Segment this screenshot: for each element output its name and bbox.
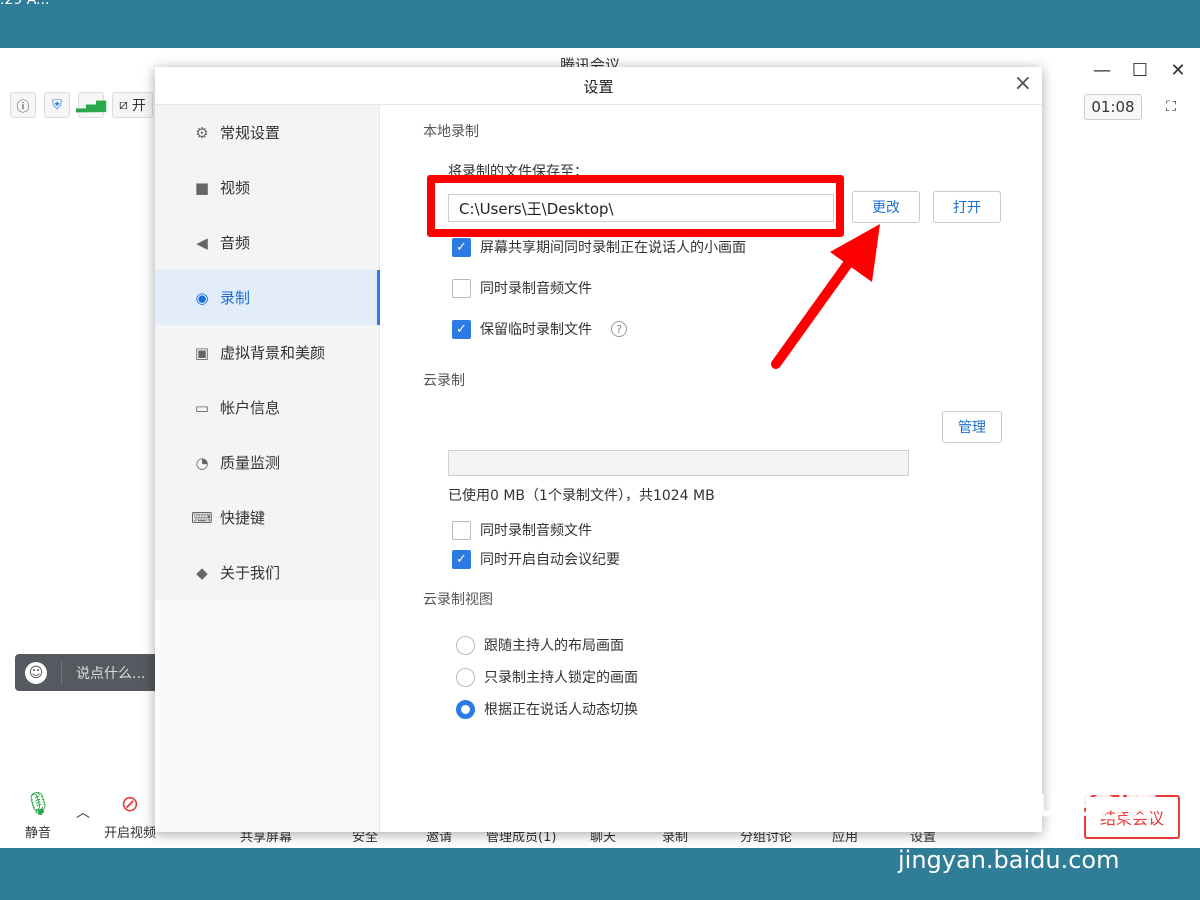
cloud-storage-bar <box>448 450 909 476</box>
radio-button[interactable] <box>456 667 475 687</box>
signal-icon[interactable]: ▂▄▆ <box>76 92 106 118</box>
window-controls: — ☐ ✕ <box>1090 58 1190 82</box>
info-icon[interactable]: ⓘ <box>10 92 36 118</box>
opt-screen-share-record[interactable]: ✓ 屏幕共享期间同时录制正在说话人的小画面 <box>452 237 746 257</box>
mute-label: 静音 <box>24 826 51 841</box>
record-icon: ◉ <box>195 288 209 307</box>
sidebar-item-label: 关于我们 <box>220 564 281 582</box>
sidebar-item-label: 音频 <box>220 234 251 252</box>
cloud-usage-text: 已使用0 MB（1个录制文件），共1024 MB <box>448 488 715 504</box>
chat-input[interactable]: ☺ 说点什么... <box>15 654 165 691</box>
divider <box>61 661 62 684</box>
radio-button[interactable] <box>456 635 475 655</box>
sidebar-item-label: 帐户信息 <box>220 399 281 417</box>
sidebar-item-8[interactable]: ◆ 关于我们 <box>155 545 379 600</box>
checkbox-keep-temp[interactable]: ✓ <box>452 319 471 339</box>
baidu-watermark: Bai du 经验 <box>920 780 1157 826</box>
cloud-recording-title: 云录制 <box>423 373 465 389</box>
record-status-label: 开 <box>131 98 146 114</box>
sidebar-item-5[interactable]: ▭ 帐户信息 <box>155 380 379 435</box>
opt-cloud-audio-label: 同时录制音频文件 <box>480 523 592 539</box>
annotation-arrow <box>771 224 880 369</box>
radio-active-speaker-label: 根据正在说话人动态切换 <box>484 702 638 718</box>
settings-sidebar: ⚙ 常规设置 ■ 视频 ◀ 音频 ◉ 录制 ▣ 虚拟背景和美颜 ▭ 帐户信息 ◔ 质量监测 ⌨ 快捷键 ◆ 关于我… <box>155 105 380 832</box>
card-icon: ▭ <box>194 398 210 417</box>
radio-host-locked-label: 只录制主持人锁定的画面 <box>484 670 638 686</box>
speaker-icon: ◀ <box>196 233 208 252</box>
sidebar-item-1[interactable]: ■ 视频 <box>155 160 379 215</box>
keyboard-icon: ⌨ <box>191 508 213 527</box>
corner-text: .29 A... <box>0 0 50 8</box>
local-recording-title: 本地录制 <box>423 124 479 140</box>
cloud-view-title: 云录制视图 <box>423 592 493 608</box>
chevron-up-icon: ︿ <box>76 805 90 821</box>
sidebar-item-2[interactable]: ◀ 音频 <box>155 215 379 270</box>
manage-cloud-button[interactable]: 管理 <box>942 411 1002 443</box>
sidebar-item-4[interactable]: ▣ 虚拟背景和美颜 <box>155 325 379 380</box>
checkbox-cloud-audio[interactable] <box>452 520 471 540</box>
opt-auto-summary[interactable]: ✓ 同时开启自动会议纪要 <box>452 549 620 569</box>
checkbox-auto-summary[interactable]: ✓ <box>452 549 471 569</box>
opt-local-audio-record[interactable]: 同时录制音频文件 <box>452 278 592 298</box>
record-status-icon: ⧄ <box>119 97 128 113</box>
checkbox-screen-share[interactable]: ✓ <box>452 237 471 257</box>
minimize-icon[interactable]: — <box>1090 58 1114 82</box>
help-icon[interactable]: ? <box>611 321 627 337</box>
opt-auto-summary-label: 同时开启自动会议纪要 <box>480 552 620 568</box>
mic-options-button[interactable]: ︿ <box>76 802 90 822</box>
sidebar-item-6[interactable]: ◔ 质量监测 <box>155 435 379 490</box>
meeting-toolbar: ⓘ ⛨ ▂▄▆ ⧄ 开 <box>10 92 153 118</box>
sidebar-item-label: 录制 <box>220 289 251 307</box>
radio-follow-host[interactable]: 跟随主持人的布局画面 <box>456 635 624 655</box>
sidebar-item-label: 质量监测 <box>220 454 281 472</box>
meeting-timer: 01:08 <box>1084 94 1142 120</box>
emoji-icon[interactable]: ☺ <box>25 661 47 684</box>
opt-cloud-audio-record[interactable]: 同时录制音频文件 <box>452 520 592 540</box>
fullscreen-icon[interactable]: ⛶ <box>1158 94 1184 120</box>
mute-button[interactable]: 🎙 静音 <box>24 792 52 841</box>
sidebar-item-label: 快捷键 <box>220 509 266 527</box>
checkbox-local-audio[interactable] <box>452 278 471 298</box>
camera-off-icon: ⊘ <box>120 792 140 817</box>
gauge-icon: ◔ <box>195 453 209 472</box>
sidebar-item-label: 虚拟背景和美颜 <box>220 344 326 362</box>
microphone-icon: 🎙 <box>24 792 52 817</box>
radio-host-locked[interactable]: 只录制主持人锁定的画面 <box>456 667 638 687</box>
maximize-icon[interactable]: ☐ <box>1128 58 1152 82</box>
radio-button[interactable] <box>456 699 475 719</box>
video-label: 开启视频 <box>104 826 157 841</box>
opt-screen-share-label: 屏幕共享期间同时录制正在说话人的小画面 <box>480 240 746 256</box>
opt-keep-temp-files[interactable]: ✓ 保留临时录制文件 ? <box>452 319 627 339</box>
radio-active-speaker[interactable]: 根据正在说话人动态切换 <box>456 699 638 719</box>
sidebar-item-label: 常规设置 <box>220 124 281 142</box>
portrait-icon: ▣ <box>194 343 210 362</box>
record-status[interactable]: ⧄ 开 <box>112 92 153 118</box>
desktop-top-strip: .29 A... <box>0 0 1200 48</box>
chat-placeholder: 说点什么... <box>76 665 146 682</box>
sidebar-item-label: 视频 <box>220 179 251 197</box>
shield-icon[interactable]: ⛨ <box>44 92 70 118</box>
sidebar-list: ⚙ 常规设置 ■ 视频 ◀ 音频 ◉ 录制 ▣ 虚拟背景和美颜 ▭ 帐户信息 ◔ 质量监测 ⌨ 快捷键 ◆ 关于我… <box>155 105 380 600</box>
watermark-url: jingyan.baidu.com <box>898 846 1120 874</box>
logo-icon: ◆ <box>196 563 208 582</box>
opt-local-audio-label: 同时录制音频文件 <box>480 281 592 297</box>
radio-follow-host-label: 跟随主持人的布局画面 <box>484 638 624 654</box>
dialog-header: 设置 × <box>155 67 1042 105</box>
camera-icon: ■ <box>194 178 210 197</box>
dialog-close-icon[interactable]: × <box>1014 71 1032 96</box>
close-icon[interactable]: ✕ <box>1166 58 1190 82</box>
sidebar-item-0[interactable]: ⚙ 常规设置 <box>155 105 379 160</box>
gear-icon: ⚙ <box>195 123 209 142</box>
sidebar-item-7[interactable]: ⌨ 快捷键 <box>155 490 379 545</box>
dialog-title: 设置 <box>583 78 614 96</box>
video-button[interactable]: ⊘ 开启视频 <box>104 792 156 841</box>
sidebar-item-3[interactable]: ◉ 录制 <box>155 270 380 325</box>
open-folder-button[interactable]: 打开 <box>933 191 1001 223</box>
opt-keep-temp-label: 保留临时录制文件 <box>480 322 592 338</box>
